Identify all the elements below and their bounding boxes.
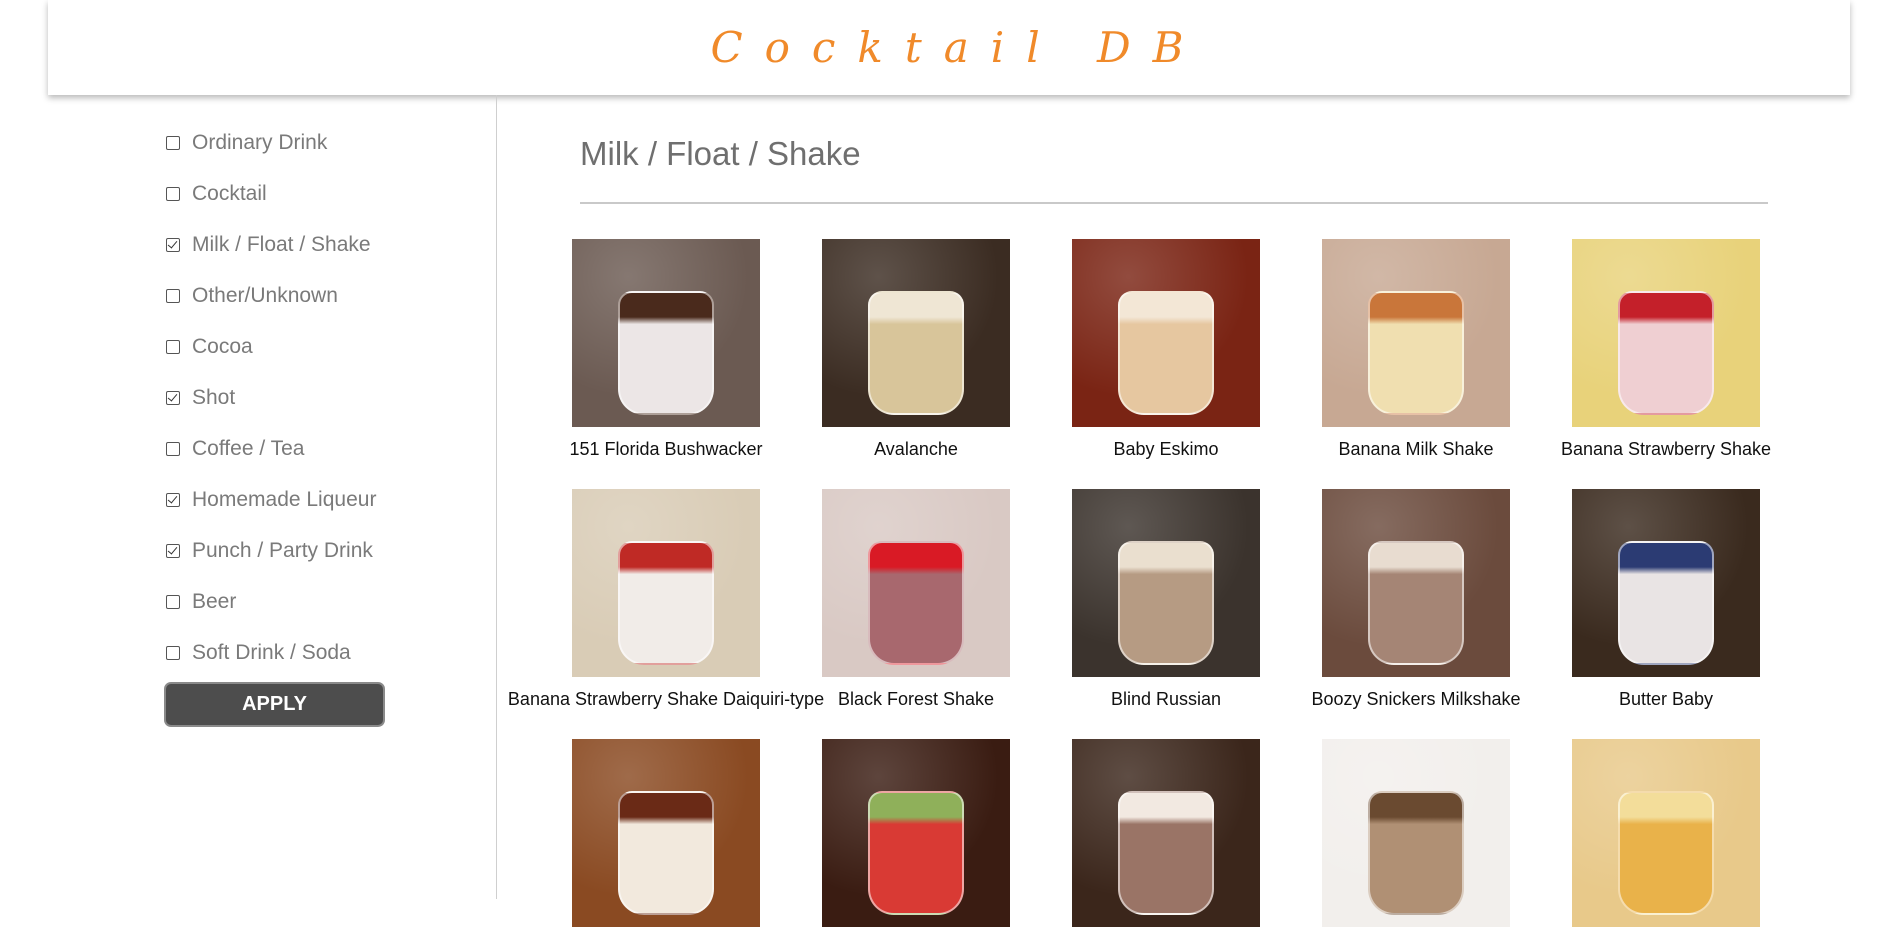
drink-card[interactable]: Butter Baby [1516,489,1816,710]
checkbox-checked[interactable] [166,237,180,252]
filter-label: Soft Drink / Soda [192,640,351,664]
drink-thumbnail[interactable] [1572,239,1760,427]
drink-glass-illustration [1618,291,1714,415]
drink-name[interactable]: Banana Strawberry Shake [1561,439,1771,460]
checkbox-checked[interactable] [166,492,180,507]
checkbox-unchecked[interactable] [166,135,180,150]
drink-thumbnail[interactable] [1322,489,1510,677]
drink-name[interactable]: Banana Milk Shake [1338,439,1493,460]
drink-glass-illustration [618,791,714,915]
filter-option[interactable]: Soft Drink / Soda [166,627,376,678]
drink-glass-illustration [868,291,964,415]
filter-label: Cocoa [192,334,253,358]
drink-glass-illustration [1618,541,1714,665]
site-header: Cocktail DB [48,0,1850,95]
drink-glass-illustration [618,541,714,665]
checkbox-checked[interactable] [166,390,180,405]
filter-option[interactable]: Coffee / Tea [166,423,376,474]
filter-option[interactable]: Ordinary Drink [166,117,376,168]
filter-option[interactable]: Cocktail [166,168,376,219]
title-divider [580,202,1768,204]
drink-glass-illustration [1618,791,1714,915]
drink-glass-illustration [618,291,714,415]
drink-thumbnail[interactable] [572,239,760,427]
drink-glass-illustration [868,791,964,915]
drink-glass-illustration [1368,291,1464,415]
filter-label: Coffee / Tea [192,436,305,460]
drink-glass-illustration [868,541,964,665]
checkbox-checked[interactable] [166,543,180,558]
filter-option[interactable]: Beer [166,576,376,627]
filter-option[interactable]: Punch / Party Drink [166,525,376,576]
drink-glass-illustration [1118,291,1214,415]
drink-thumbnail[interactable] [1072,489,1260,677]
drink-card[interactable]: Banana Strawberry Shake [1516,239,1816,460]
filter-label: Beer [192,589,237,613]
filter-label: Milk / Float / Shake [192,232,371,256]
filter-option[interactable]: Milk / Float / Shake [166,219,376,270]
filter-label: Shot [192,385,236,409]
drink-thumbnail[interactable] [1572,489,1760,677]
drink-thumbnail[interactable] [1072,239,1260,427]
filter-option[interactable]: Shot [166,372,376,423]
checkbox-unchecked[interactable] [166,645,180,660]
drink-thumbnail[interactable] [822,239,1010,427]
drink-glass-illustration [1118,791,1214,915]
checkbox-unchecked[interactable] [166,186,180,201]
drink-name[interactable]: Avalanche [874,439,958,460]
drink-name[interactable]: Blind Russian [1111,689,1221,710]
checkbox-unchecked[interactable] [166,441,180,456]
filter-label: Cocktail [192,181,267,205]
filter-sidebar: Ordinary Drink Cocktail Milk / Float / Sha… [0,95,497,899]
checkbox-unchecked[interactable] [166,288,180,303]
apply-button[interactable]: APPLY [164,682,385,727]
drink-name[interactable]: 151 Florida Bushwacker [569,439,762,460]
category-title: Milk / Float / Shake [580,135,861,172]
drink-thumbnail[interactable] [572,489,760,677]
category-filter-list: Ordinary Drink Cocktail Milk / Float / Sha… [166,117,376,678]
drink-thumbnail[interactable] [822,489,1010,677]
drink-name[interactable]: Baby Eskimo [1113,439,1218,460]
drink-name[interactable]: Black Forest Shake [838,689,994,710]
filter-option[interactable]: Homemade Liqueur [166,474,376,525]
drink-name[interactable]: Butter Baby [1619,689,1713,710]
drink-results: Milk / Float / Shake 151 Florida Bushwac… [498,95,1898,927]
checkbox-unchecked[interactable] [166,339,180,354]
drink-glass-illustration [1368,541,1464,665]
drink-name[interactable]: Boozy Snickers Milkshake [1311,689,1520,710]
filter-label: Punch / Party Drink [192,538,373,562]
drink-glass-illustration [1118,541,1214,665]
filter-option[interactable]: Cocoa [166,321,376,372]
drink-thumbnail[interactable] [1322,239,1510,427]
filter-label: Homemade Liqueur [192,487,377,511]
drink-glass-illustration [1368,791,1464,915]
checkbox-unchecked[interactable] [166,594,180,609]
filter-label: Ordinary Drink [192,130,328,154]
filter-label: Other/Unknown [192,283,338,307]
site-logo[interactable]: Cocktail DB [710,23,1205,72]
filter-option[interactable]: Other/Unknown [166,270,376,321]
